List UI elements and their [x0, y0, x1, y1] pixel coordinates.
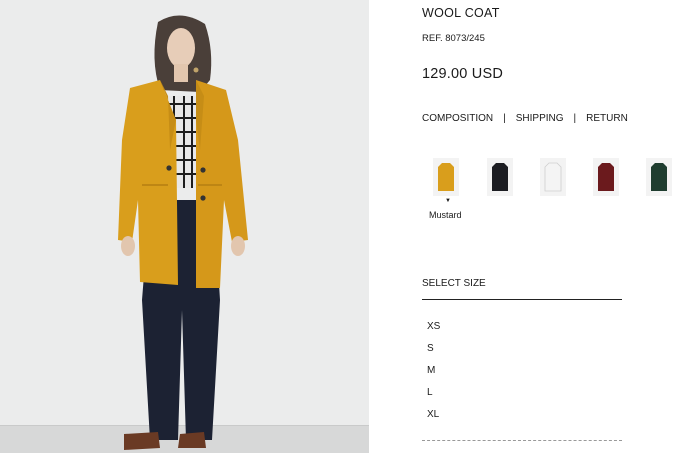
color-swatch-white[interactable]	[540, 158, 566, 196]
model-illustration	[118, 15, 248, 450]
size-option-l[interactable]: L	[427, 386, 440, 408]
selected-color-marker-icon: ▼	[445, 198, 451, 204]
size-option-m[interactable]: M	[427, 364, 440, 386]
selected-color-label: Mustard	[429, 210, 462, 220]
coat-thumbnail-icon	[651, 163, 667, 191]
product-title: WOOL COAT	[422, 6, 500, 20]
size-list: XS S M L XL	[427, 320, 440, 430]
coat-thumbnail-icon	[492, 163, 508, 191]
color-swatch-mustard[interactable]	[433, 158, 459, 196]
size-option-xs[interactable]: XS	[427, 320, 440, 342]
size-option-s[interactable]: S	[427, 342, 440, 364]
size-divider	[422, 299, 622, 300]
link-separator: |	[573, 113, 577, 124]
coat-thumbnail-icon	[544, 162, 562, 192]
product-price: 129.00 USD	[422, 66, 503, 82]
info-links: COMPOSITION | SHIPPING | RETURN	[422, 113, 628, 124]
return-link[interactable]: RETURN	[586, 113, 628, 124]
size-option-xl[interactable]: XL	[427, 408, 440, 430]
color-swatch-green[interactable]	[646, 158, 672, 196]
color-selector: ▼ Mustard	[422, 158, 677, 228]
product-reference: REF. 8073/245	[422, 33, 485, 44]
coat-thumbnail-icon	[598, 163, 614, 191]
shipping-link[interactable]: SHIPPING	[516, 113, 564, 124]
link-separator: |	[503, 113, 506, 124]
color-swatch-burgundy[interactable]	[593, 158, 619, 196]
dashed-divider	[422, 440, 622, 441]
color-swatch-black[interactable]	[487, 158, 513, 196]
composition-link[interactable]: COMPOSITION	[422, 113, 493, 124]
select-size-header: SELECT SIZE	[422, 278, 486, 289]
product-photo	[0, 0, 369, 453]
coat-thumbnail-icon	[438, 163, 454, 191]
